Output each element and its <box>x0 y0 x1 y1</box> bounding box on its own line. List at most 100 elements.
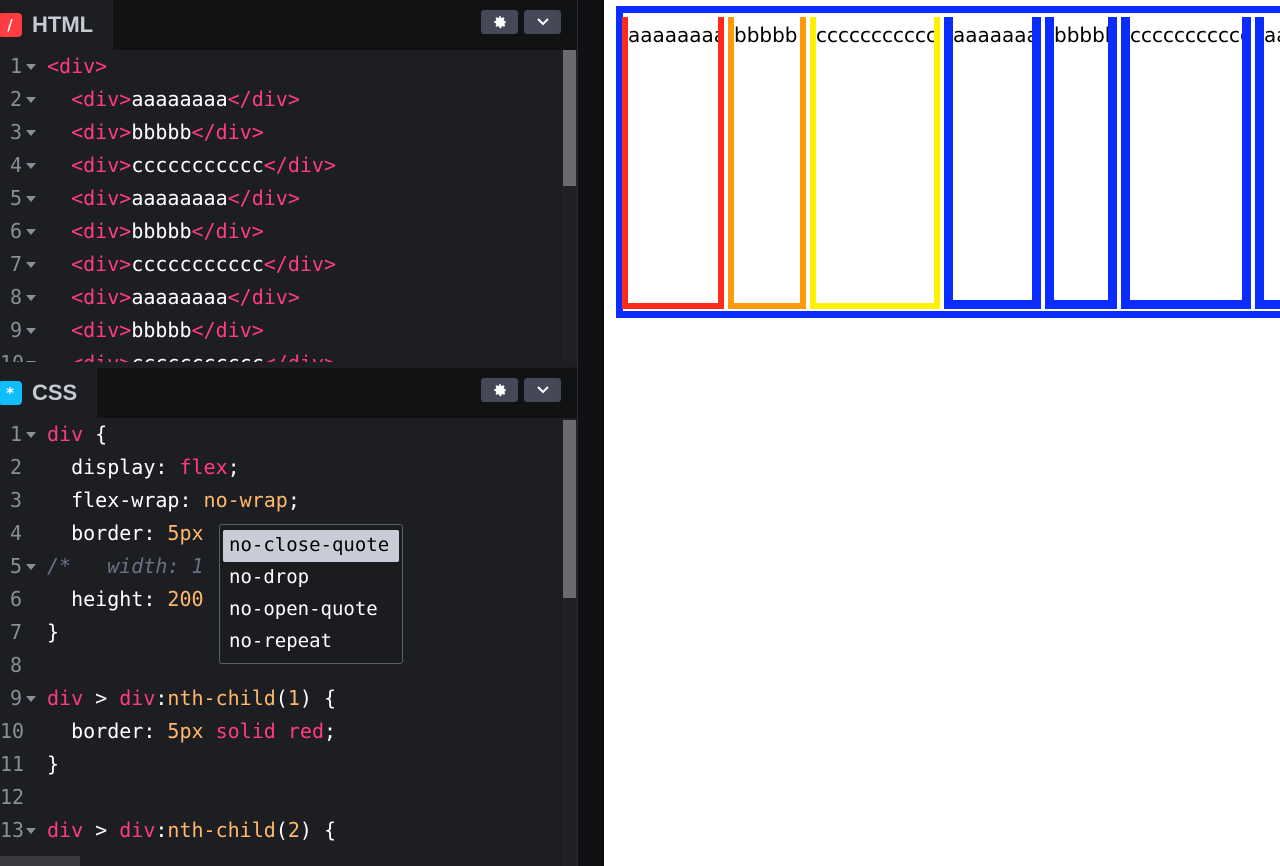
line-number: 3 <box>9 488 22 512</box>
fold-arrow-icon[interactable] <box>26 696 36 702</box>
code-text: <div>ccccccccccc</div> <box>47 347 336 362</box>
line-number: 5 <box>9 554 22 578</box>
code-text: <div>aaaaaaaa</div> <box>47 83 300 116</box>
fold-arrow-icon[interactable] <box>26 361 36 362</box>
autocomplete-dropdown[interactable]: no-close-quote no-drop no-open-quote no-rep… <box>219 524 403 664</box>
code-line[interactable]: 9 <div>bbbbb</div> <box>0 314 562 347</box>
html-open-tag: <div> <box>71 318 132 342</box>
css-token: > <box>83 686 120 710</box>
css-token: ; <box>323 719 337 743</box>
gear-icon <box>493 383 506 397</box>
css-tab[interactable]: * CSS <box>0 368 98 418</box>
fold-arrow-icon[interactable] <box>26 828 36 834</box>
preview-child-div: bbbbb <box>728 17 806 309</box>
result-preview: aaaaaaaabbbbbcccccccccccaaaaaaaabbbbbccc… <box>602 0 1280 866</box>
autocomplete-option[interactable]: no-close-quote <box>223 530 399 562</box>
html-close-tag: </div> <box>191 318 264 342</box>
code-line[interactable]: 2 display: flex; <box>0 451 562 484</box>
fold-arrow-icon[interactable] <box>26 163 36 169</box>
html-collapse-button[interactable] <box>524 10 561 34</box>
code-line[interactable]: 13 div > div:nth-child(2) { <box>0 814 562 847</box>
fold-arrow-icon[interactable] <box>26 64 36 70</box>
fold-arrow-icon[interactable] <box>26 295 36 301</box>
css-panel-header: * CSS <box>0 368 577 418</box>
code-line[interactable]: 1 div { <box>0 418 562 451</box>
html-open-tag: <div> <box>71 153 132 177</box>
css-scrollbar[interactable] <box>562 418 577 866</box>
css-token: } <box>47 620 60 644</box>
gear-icon <box>493 15 506 29</box>
code-text: <div>bbbbb</div> <box>47 314 264 347</box>
code-text: height: 200 <box>47 583 203 616</box>
html-panel-header: / HTML <box>0 0 577 50</box>
code-line[interactable]: 10 border: 5px solid red; <box>0 715 562 748</box>
css-token: 5px <box>167 719 204 743</box>
html-open-tag: <div> <box>71 87 132 111</box>
html-text-content: ccccccccccc <box>131 252 264 276</box>
html-code-area[interactable]: 1 <div> 2 <div>aaaaaaaa</div> 3 <div>bbbbb<… <box>0 50 562 362</box>
html-text-content: aaaaaaaa <box>131 285 228 309</box>
code-line[interactable]: 5 <div>aaaaaaaa</div> <box>0 182 562 215</box>
html-settings-button[interactable] <box>481 10 518 34</box>
html-open-tag: <div> <box>71 219 132 243</box>
code-text: <div> <box>47 50 107 83</box>
fold-arrow-icon[interactable] <box>26 262 36 268</box>
code-line[interactable]: 4 <div>ccccccccccc</div> <box>0 149 562 182</box>
code-line[interactable]: 9 div > div:nth-child(1) { <box>0 682 562 715</box>
code-line[interactable]: 1 <div> <box>0 50 562 83</box>
line-number: 1 <box>9 54 22 78</box>
code-line[interactable]: 7 <div>ccccccccccc</div> <box>0 248 562 281</box>
autocomplete-option[interactable]: no-repeat <box>223 626 399 658</box>
fold-arrow-icon[interactable] <box>26 564 36 570</box>
fold-arrow-icon[interactable] <box>26 130 36 136</box>
resize-gutter[interactable] <box>577 0 603 866</box>
fold-arrow-icon[interactable] <box>26 432 36 438</box>
css-token: > <box>83 818 120 842</box>
css-token: ( <box>275 686 288 710</box>
code-text: <div>aaaaaaaa</div> <box>47 281 300 314</box>
autocomplete-option[interactable]: no-open-quote <box>223 594 399 626</box>
line-number: 9 <box>9 686 22 710</box>
html-scrollbar-thumb[interactable] <box>563 50 576 186</box>
fold-arrow-icon[interactable] <box>26 97 36 103</box>
css-horizontal-scrollbar[interactable] <box>0 856 80 866</box>
css-collapse-button[interactable] <box>524 378 561 402</box>
preview-child-div: bbbbb <box>1045 17 1117 309</box>
css-token: /* width: 1 <box>47 554 204 578</box>
code-line[interactable]: 6 <div>bbbbb</div> <box>0 215 562 248</box>
html-tab[interactable]: / HTML <box>0 0 114 50</box>
css-token: nth-child <box>167 818 276 842</box>
css-scrollbar-thumb[interactable] <box>563 420 576 598</box>
line-number: 8 <box>9 653 22 677</box>
code-line[interactable]: 10 <div>ccccccccccc</div> <box>0 347 562 362</box>
css-token: div <box>119 686 156 710</box>
autocomplete-option[interactable]: no-drop <box>223 562 399 594</box>
css-token: 1 <box>287 686 300 710</box>
html-close-tag: </div> <box>227 87 300 111</box>
code-text: display: flex; <box>47 451 240 484</box>
fold-arrow-icon[interactable] <box>26 328 36 334</box>
html-scrollbar[interactable] <box>562 50 577 362</box>
chevron-down-icon <box>536 18 549 26</box>
line-number: 6 <box>9 587 22 611</box>
code-line[interactable]: 11} <box>0 748 562 781</box>
line-number: 1 <box>9 422 22 446</box>
line-number: 13 <box>0 818 25 842</box>
code-line[interactable]: 2 <div>aaaaaaaa</div> <box>0 83 562 116</box>
css-badge-icon: * <box>0 381 22 405</box>
css-settings-button[interactable] <box>481 378 518 402</box>
code-line[interactable]: 3 flex-wrap: no-wrap; <box>0 484 562 517</box>
html-open-tag: <div> <box>71 120 132 144</box>
css-token: solid <box>215 719 276 743</box>
code-text: <div>bbbbb</div> <box>47 116 264 149</box>
code-line[interactable]: 12 <box>0 781 562 814</box>
css-token: flex <box>179 455 228 479</box>
fold-arrow-icon[interactable] <box>26 229 36 235</box>
editor-column: / HTML 1 <div> 2 <div>aaaaaaaa</div> 3 <div… <box>0 0 577 866</box>
code-text: div > div:nth-child(2) { <box>47 814 336 847</box>
code-line[interactable]: 8 <div>aaaaaaaa</div> <box>0 281 562 314</box>
code-line[interactable]: 3 <div>bbbbb</div> <box>0 116 562 149</box>
html-open-tag: <div> <box>71 351 131 362</box>
code-text: /* width: 1 <box>47 550 204 583</box>
fold-arrow-icon[interactable] <box>26 196 36 202</box>
